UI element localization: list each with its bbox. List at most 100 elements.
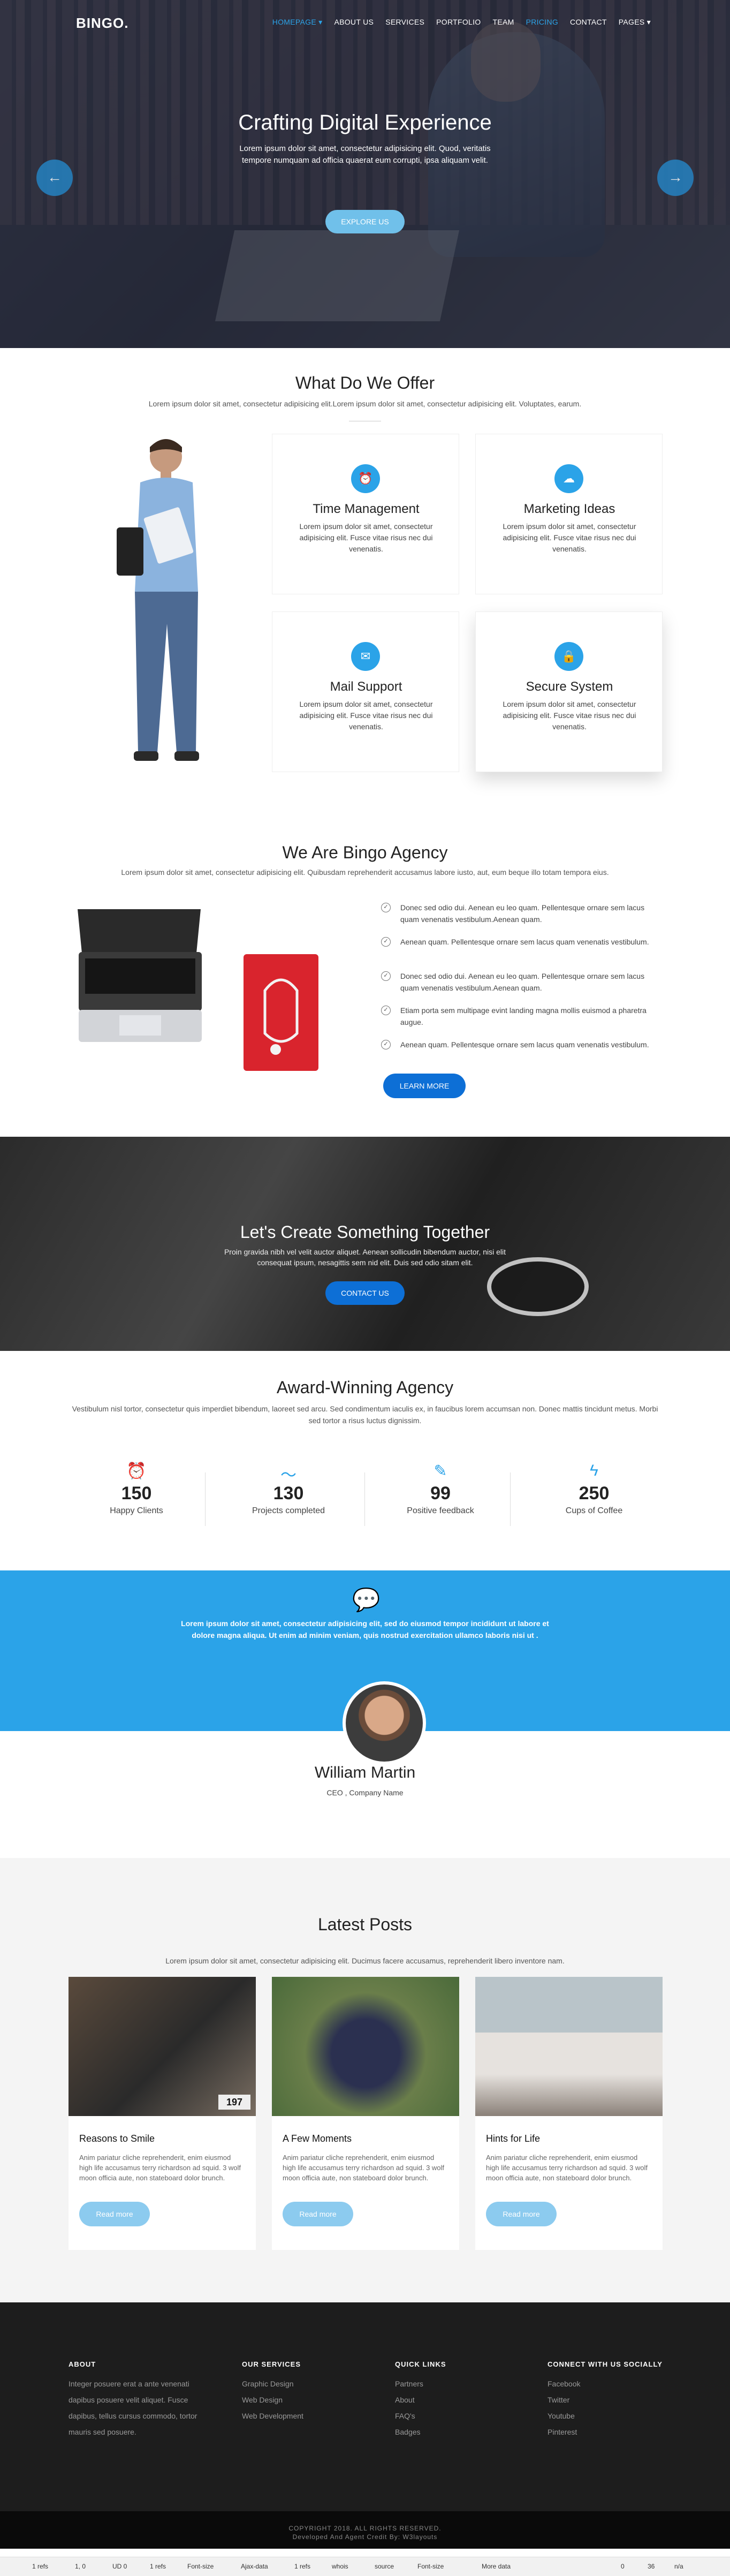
check-icon: ✓ xyxy=(381,903,391,912)
social-link-twitter[interactable]: Twitter xyxy=(548,2392,663,2408)
read-more-button[interactable]: Read more xyxy=(486,2202,557,2226)
lock-icon: 🔒 xyxy=(554,642,583,671)
post-title[interactable]: Hints for Life xyxy=(486,2133,540,2144)
copyright-text: COPYRIGHT 2018. ALL RIGHTS RESERVED. xyxy=(288,2525,442,2532)
footer-link[interactable]: Web Design xyxy=(242,2392,303,2408)
post-title[interactable]: Reasons to Smile xyxy=(79,2133,155,2144)
explore-button[interactable]: EXPLORE US xyxy=(325,210,405,233)
contact-us-button[interactable]: CONTACT US xyxy=(325,1281,405,1305)
status-item[interactable]: whois xyxy=(332,2563,348,2570)
stat-projects: 〜 130 Projects completed xyxy=(219,1462,358,1516)
offer-card-text: Lorem ipsum dolor sit amet, consectetur … xyxy=(299,522,433,553)
check-icon: ✓ xyxy=(381,937,391,947)
edit-icon: ✎ xyxy=(434,1462,447,1480)
hero-section: BINGO. HOMEPAGE ▾ ABOUT US SERVICES PORT… xyxy=(0,0,730,348)
footer-social: CONNECT WITH US SOCIALLY Facebook Twitte… xyxy=(548,2360,663,2440)
status-item: 36 xyxy=(648,2563,655,2570)
social-link-youtube[interactable]: Youtube xyxy=(548,2408,663,2424)
offer-card-text: Lorem ipsum dolor sit amet, consectetur … xyxy=(299,700,433,731)
status-item[interactable]: 1, 0 xyxy=(75,2563,86,2570)
copyright-bar: COPYRIGHT 2018. ALL RIGHTS RESERVED. Dev… xyxy=(0,2511,730,2549)
check-item: ✓ Donec sed odio dui. Aenean eu leo quam.… xyxy=(381,902,659,925)
testimonial-name: William Martin xyxy=(314,1764,416,1781)
status-item[interactable]: 1 refs xyxy=(294,2563,310,2570)
footer-link[interactable]: Partners xyxy=(395,2376,446,2392)
offer-card-marketing: ☁ Marketing Ideas Lorem ipsum dolor sit … xyxy=(475,434,663,594)
mail-icon: ✉ xyxy=(351,642,380,671)
nav-item-services[interactable]: SERVICES xyxy=(385,18,424,27)
slider-next-button[interactable]: → xyxy=(657,160,694,196)
nav-item-about[interactable]: ABOUT US xyxy=(334,18,374,27)
divider xyxy=(205,1472,206,1526)
slider-prev-button[interactable]: ← xyxy=(36,160,73,196)
nav-item-pages[interactable]: PAGES ▾ xyxy=(619,18,651,27)
post-title[interactable]: A Few Moments xyxy=(283,2133,352,2144)
check-item: ✓ Donec sed odio dui. Aenean eu leo quam.… xyxy=(381,970,659,994)
brand-logo[interactable]: BINGO. xyxy=(76,15,128,32)
post-image-bicycle[interactable]: 197 xyxy=(69,1977,256,2116)
divider xyxy=(510,1472,511,1526)
posts-title: Latest Posts xyxy=(317,1915,413,1934)
offer-card-mail: ✉ Mail Support Lorem ipsum dolor sit ame… xyxy=(272,611,459,772)
check-item: ✓ Aenean quam. Pellentesque ornare sem la… xyxy=(381,1039,659,1051)
status-item: n/a xyxy=(674,2563,683,2570)
cta-text: Proin gravida nibh vel velit auctor aliq… xyxy=(224,1248,506,1267)
footer-link[interactable]: Graphic Design xyxy=(242,2376,303,2392)
nav-item-team[interactable]: TEAM xyxy=(492,18,514,27)
social-link-facebook[interactable]: Facebook xyxy=(548,2376,663,2392)
check-item: ✓ Etiam porta sem multipage evint landing… xyxy=(381,1004,659,1028)
nav-item-contact[interactable]: CONTACT xyxy=(570,18,607,27)
offer-title: What Do We Offer xyxy=(295,373,435,392)
status-item[interactable]: Ajax-data xyxy=(241,2563,268,2570)
cloud-icon: ☁ xyxy=(554,464,583,493)
avatar xyxy=(343,1681,426,1765)
divider xyxy=(364,1472,365,1526)
status-item[interactable]: 1 refs xyxy=(32,2563,48,2570)
credit-text[interactable]: Developed And Agent Credit By: W3layouts xyxy=(0,2533,730,2541)
footer-link[interactable]: Badges xyxy=(395,2424,446,2440)
nav-item-portfolio[interactable]: PORTFOLIO xyxy=(436,18,481,27)
status-item[interactable]: UD 0 xyxy=(112,2563,127,2570)
hero-title: Crafting Digital Experience xyxy=(238,111,492,134)
award-title: Award-Winning Agency xyxy=(276,1378,454,1397)
post-text: Anim pariatur cliche reprehenderit, enim… xyxy=(283,2154,445,2182)
status-item[interactable]: source xyxy=(375,2563,394,2570)
post-image-couple[interactable] xyxy=(475,1977,663,2116)
post-card: Hints for Life Anim pariatur cliche repr… xyxy=(475,1977,663,2250)
cta-section: Let's Create Something Together Proin gr… xyxy=(0,1137,730,1351)
footer-link[interactable]: FAQ's xyxy=(395,2408,446,2424)
post-text: Anim pariatur cliche reprehenderit, enim… xyxy=(486,2154,648,2182)
check-icon: ✓ xyxy=(381,1006,391,1015)
check-icon: ✓ xyxy=(381,971,391,981)
hero-text: Lorem ipsum dolor sit amet, consectetur … xyxy=(239,144,491,165)
footer-link[interactable]: About xyxy=(395,2392,446,2408)
stat-happy-clients: ⏰ 150 Happy Clients xyxy=(67,1462,206,1516)
status-item[interactable]: 1 refs xyxy=(150,2563,166,2570)
agency-subtitle: Lorem ipsum dolor sit amet, consectetur … xyxy=(121,868,609,877)
testimonial-quote: Lorem ipsum dolor sit amet, consectetur … xyxy=(181,1619,549,1640)
read-more-button[interactable]: Read more xyxy=(283,2202,353,2226)
learn-more-button[interactable]: LEARN MORE xyxy=(383,1074,466,1098)
offer-card-title: Time Management xyxy=(313,502,420,516)
footer-about: ABOUT Integer posuere erat a ante venena… xyxy=(69,2360,197,2436)
nav-item-homepage[interactable]: HOMEPAGE ▾ xyxy=(272,18,323,27)
status-item[interactable]: Font-size xyxy=(417,2563,444,2570)
footer-quick-links: QUICK LINKS Partners About FAQ's Badges xyxy=(395,2360,446,2440)
social-link-pinterest[interactable]: Pinterest xyxy=(548,2424,663,2440)
post-card: A Few Moments Anim pariatur cliche repre… xyxy=(272,1977,459,2250)
footer-link[interactable]: Web Development xyxy=(242,2408,303,2424)
check-item: ✓ Aenean quam. Pellentesque ornare sem la… xyxy=(381,936,659,948)
alarm-clock-icon: ⏰ xyxy=(126,1462,147,1480)
status-item[interactable]: More data xyxy=(482,2563,511,2570)
stat-coffee: ϟ 250 Cups of Coffee xyxy=(524,1462,664,1516)
offer-card-title: Mail Support xyxy=(330,679,402,694)
posts-subtitle: Lorem ipsum dolor sit amet, consectetur … xyxy=(165,1956,565,1965)
read-more-button[interactable]: Read more xyxy=(79,2202,150,2226)
check-icon: ✓ xyxy=(381,1040,391,1049)
stat-feedback: ✎ 99 Positive feedback xyxy=(371,1462,510,1516)
bolt-icon: ϟ xyxy=(590,1462,598,1479)
post-card: 197 Reasons to Smile Anim pariatur clich… xyxy=(69,1977,256,2250)
status-item[interactable]: Font-size xyxy=(187,2563,214,2570)
nav-item-pricing[interactable]: PRICING xyxy=(526,18,558,27)
post-image-grapes[interactable] xyxy=(272,1977,459,2116)
